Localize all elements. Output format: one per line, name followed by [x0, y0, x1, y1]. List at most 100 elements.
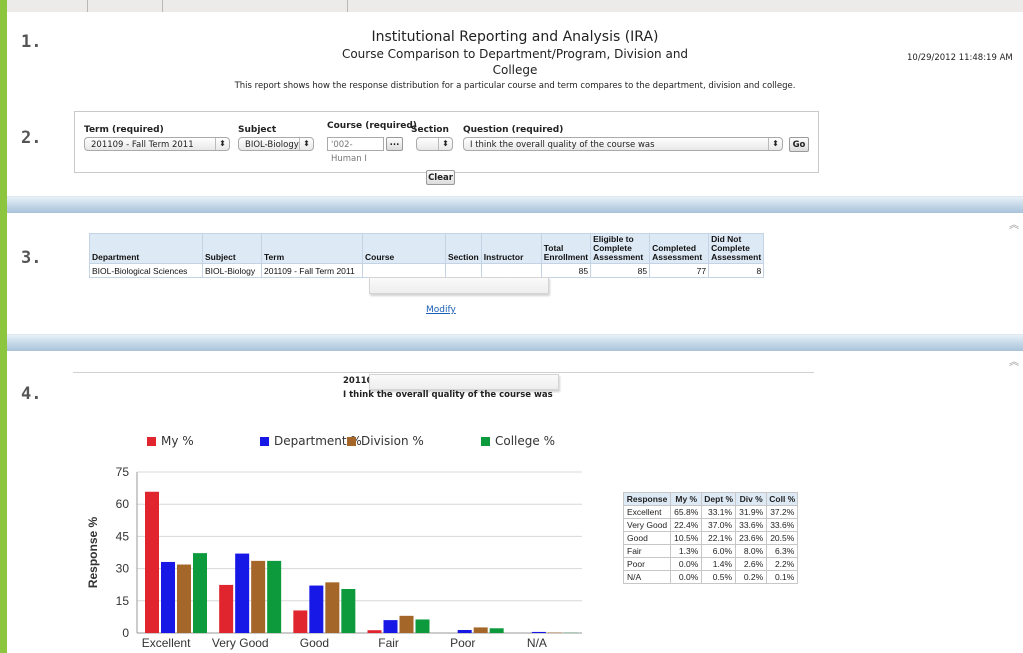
- section-select[interactable]: ⬍: [416, 137, 453, 151]
- legend-item-college: College %: [481, 434, 555, 448]
- question-label: Question (required): [463, 125, 564, 135]
- bar: [161, 561, 175, 633]
- chart-question: I think the overall quality of the cours…: [343, 390, 553, 400]
- go-button[interactable]: Go: [789, 137, 809, 152]
- table-cell: 0.1%: [766, 570, 799, 584]
- column-header: Div %: [735, 492, 768, 506]
- bar: [193, 553, 207, 633]
- report-timestamp: 10/29/2012 11:48:19 AM: [907, 53, 1013, 63]
- y-tick-label: 0: [122, 626, 129, 640]
- table-cell: 77: [649, 263, 710, 278]
- table-cell: 2.6%: [735, 557, 768, 571]
- step-number-2: 2.: [21, 128, 42, 148]
- redacted-course-instructor: [369, 277, 549, 294]
- parameter-panel: Term (required) 201109 - Fall Term 2011 …: [74, 111, 819, 173]
- table-cell: 0.2%: [735, 570, 768, 584]
- step-number-4: 4.: [21, 384, 42, 404]
- course-input[interactable]: '002-Human I: [327, 137, 384, 164]
- column-header: Section: [445, 233, 482, 264]
- table-cell: 8.0%: [735, 544, 768, 558]
- table-cell: 20.5%: [766, 531, 799, 545]
- table-cell: 6.0%: [701, 544, 737, 558]
- y-tick-label: 45: [116, 529, 130, 543]
- table-cell: 33.6%: [735, 518, 768, 532]
- term-select-value: 201109 - Fall Term 2011: [91, 140, 194, 150]
- bar: [235, 553, 250, 633]
- column-header: Response: [622, 492, 672, 506]
- bar: [341, 588, 356, 633]
- collapse-section-icon[interactable]: ︽: [1009, 216, 1019, 231]
- legend-item-my: My %: [147, 434, 194, 448]
- bar: [177, 564, 191, 633]
- subject-select-value: BIOL-Biology: [245, 140, 299, 150]
- column-header: Department: [89, 233, 203, 264]
- bar: [531, 631, 546, 633]
- select-arrows-icon: ⬍: [768, 138, 782, 150]
- table-cell: 22.1%: [701, 531, 737, 545]
- clear-button[interactable]: Clear: [426, 170, 455, 185]
- column-header: My %: [670, 492, 703, 506]
- course-summary-table: Department Subject Term Course Section I…: [89, 233, 765, 278]
- step-number-3: 3.: [21, 248, 42, 268]
- table-cell: 8: [708, 263, 765, 278]
- bar: [473, 627, 488, 633]
- bar: [325, 582, 340, 633]
- table-cell: 0.5%: [701, 570, 737, 584]
- select-arrows-icon: ⬍: [299, 138, 313, 150]
- page-subtitle-line2: College: [492, 63, 538, 77]
- bar: [415, 619, 430, 633]
- table-cell: 37.0%: [701, 518, 737, 532]
- collapse-section-icon[interactable]: ︽: [1009, 353, 1019, 368]
- x-tick-label: Very Good: [212, 636, 269, 650]
- column-header: Dept %: [701, 492, 737, 506]
- legend-swatch: [481, 437, 490, 446]
- table-cell: 0.0%: [670, 570, 703, 584]
- column-header: Total Enrollment: [540, 233, 592, 264]
- select-arrows-icon: ⬍: [438, 138, 452, 150]
- legend-label: Division %: [361, 434, 424, 448]
- subject-select[interactable]: BIOL-Biology ⬍: [238, 137, 314, 151]
- modify-link[interactable]: Modify: [426, 305, 456, 315]
- question-select-value: I think the overall quality of the cours…: [470, 140, 655, 150]
- report-page: 1. 2. 3. 4. Institutional Reporting and …: [7, 12, 1023, 653]
- table-cell: 6.3%: [766, 544, 799, 558]
- table-cell: Poor: [622, 557, 672, 571]
- table-row: Fair 1.3% 6.0% 8.0% 6.3%: [622, 544, 799, 558]
- y-axis-title: Response %: [86, 516, 100, 588]
- legend-label: My %: [161, 434, 194, 448]
- table-cell: [480, 263, 542, 278]
- table-header-row: Department Subject Term Course Section I…: [89, 233, 765, 264]
- top-strip-segment: [162, 0, 348, 12]
- bar: [145, 491, 159, 633]
- bar: [383, 620, 398, 633]
- bar: [457, 629, 472, 633]
- table-cell: 37.2%: [766, 505, 799, 519]
- legend-swatch: [347, 437, 356, 446]
- table-cell: 33.6%: [766, 518, 799, 532]
- page-description: This report shows how the response distr…: [234, 81, 796, 91]
- redacted-course-name: [369, 374, 559, 390]
- bar: [267, 560, 282, 633]
- question-select[interactable]: I think the overall quality of the cours…: [463, 137, 783, 151]
- column-header: Completed Assessment: [649, 233, 710, 264]
- response-bar-chart: 0 15 30 45 60 75 Excellent Very Good Good Fair Poo…: [86, 465, 582, 653]
- course-browse-button[interactable]: ...: [386, 137, 403, 151]
- table-cell: 10.5%: [670, 531, 703, 545]
- table-cell: N/A: [622, 570, 672, 584]
- table-cell: 85: [590, 263, 651, 278]
- x-tick-label: Excellent: [142, 636, 191, 650]
- table-cell: 1.4%: [701, 557, 737, 571]
- course-label: Course (required): [327, 121, 417, 131]
- section-divider-bar: [7, 334, 1023, 351]
- term-select[interactable]: 201109 - Fall Term 2011 ⬍: [84, 137, 230, 151]
- subject-label: Subject: [238, 125, 277, 135]
- legend-swatch: [147, 437, 156, 446]
- table-cell: 1.3%: [670, 544, 703, 558]
- table-cell: 65.8%: [670, 505, 703, 519]
- column-header: Coll %: [766, 492, 799, 506]
- term-label: Term (required): [84, 125, 164, 135]
- bar: [309, 585, 324, 633]
- legend-label: College %: [495, 434, 555, 448]
- select-arrows-icon: ⬍: [215, 138, 229, 150]
- table-row: Excellent 65.8% 33.1% 31.9% 37.2%: [622, 505, 799, 519]
